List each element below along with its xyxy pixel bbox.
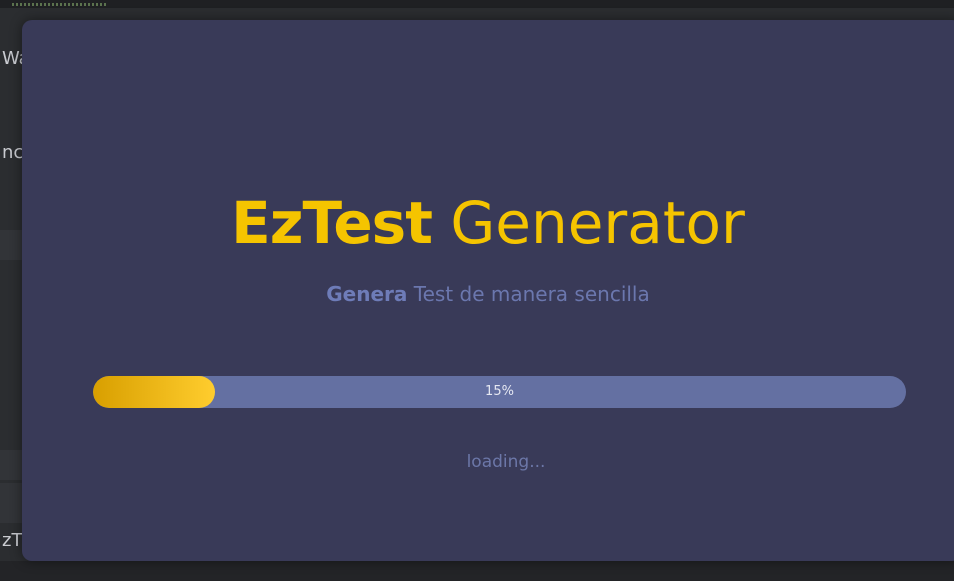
app-title-brand: EzTest — [231, 189, 433, 257]
progress-percent-label: 15% — [485, 384, 514, 399]
background-top-bar — [0, 0, 954, 8]
app-window: Wa nc zT EzTest Generator Genera Test de… — [0, 0, 954, 581]
progress-bar: 15% — [93, 376, 906, 408]
loading-dialog: EzTest Generator Genera Test de manera s… — [22, 20, 954, 561]
background-bottom-bar — [0, 561, 954, 581]
app-title-rest: Generator — [431, 189, 745, 257]
subtitle-rest: Test de manera sencilla — [407, 282, 650, 306]
loading-status-text: loading... — [466, 452, 546, 472]
background-text-fragment: zT — [2, 530, 23, 551]
background-text-fragment: nc — [2, 142, 24, 163]
app-title: EzTest Generator — [22, 190, 954, 256]
background-squiggle-underline — [12, 3, 108, 6]
subtitle-emphasis: Genera — [326, 282, 408, 306]
app-subtitle: Genera Test de manera sencilla — [22, 282, 954, 306]
